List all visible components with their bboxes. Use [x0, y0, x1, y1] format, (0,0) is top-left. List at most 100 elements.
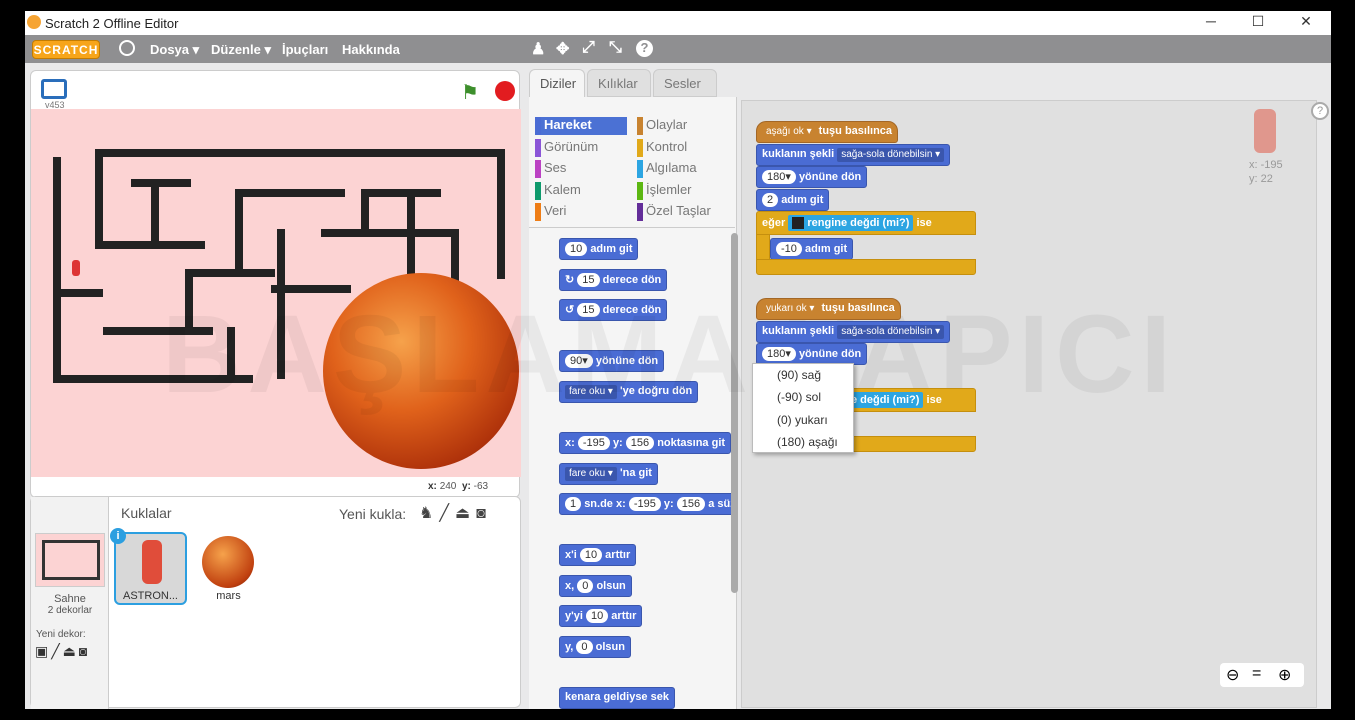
tab-scripts[interactable]: Diziler	[529, 69, 585, 97]
maze-wall	[95, 149, 505, 157]
dropdown-option[interactable]: (-90) sol	[777, 390, 821, 404]
zoom-out-icon[interactable]: ⊖	[1226, 665, 1239, 685]
stop-icon[interactable]	[495, 81, 515, 101]
palette-divider	[529, 227, 735, 228]
block-set-x[interactable]: x, 0 olsun	[559, 575, 632, 597]
maze-wall	[95, 241, 205, 249]
maze-wall	[53, 157, 61, 383]
category-more-blocks[interactable]: Özel Taşlar	[637, 203, 711, 221]
dropdown-option[interactable]: (0) yukarı	[777, 413, 828, 427]
watermark: BAŞLAMA YAPICI	[162, 293, 1178, 416]
menu-about[interactable]: Hakkında	[342, 42, 400, 57]
category-sensing[interactable]: Algılama	[637, 160, 697, 178]
sprite-y: y: 22	[1249, 173, 1273, 185]
dropdown-option[interactable]: (180) aşağı	[777, 435, 838, 449]
stage-backdrop-count: 2 dekorlar	[47, 605, 93, 616]
zoom-in-icon[interactable]: ⊕	[1278, 665, 1291, 685]
maze-wall	[151, 179, 159, 249]
block-go-to[interactable]: fare oku ▾ 'na git	[559, 463, 658, 485]
script1-if-block[interactable]: eğer rengine değdi (mi?) ise	[756, 211, 976, 235]
maze-wall	[95, 149, 103, 249]
script2-key-hat[interactable]: yukarı ok ▾ tuşu basılınca	[756, 298, 901, 320]
current-sprite-icon	[1254, 109, 1276, 153]
maze-wall	[321, 229, 451, 237]
zoom-controls: ⊖ = ⊕	[1220, 663, 1304, 687]
maze-wall	[497, 149, 505, 279]
sprites-header: Kuklalar	[121, 505, 172, 521]
scratch-cat-icon	[27, 15, 41, 29]
maximize-button[interactable]: ☐	[1243, 13, 1273, 30]
help-tool-icon[interactable]: ?	[636, 40, 653, 57]
stage-panel: v453 ⚑ x: 240 y: -63	[30, 70, 521, 498]
tab-costumes[interactable]: Kılıklar	[587, 69, 651, 97]
language-globe-icon[interactable]	[119, 40, 135, 56]
stage-column: Sahne 2 dekorlar Yeni dekor: ▣╱⏏◙	[31, 497, 109, 709]
maze-wall	[131, 179, 191, 187]
script1-move[interactable]: 2 adım git	[756, 189, 830, 211]
shrink-tool-icon[interactable]: ⤡	[609, 39, 622, 57]
sprite-name: ASTRON...	[122, 590, 178, 602]
green-flag-icon[interactable]: ⚑	[461, 80, 479, 105]
block-change-x[interactable]: x'i 10 arttır	[559, 544, 637, 566]
maze-wall	[185, 269, 275, 277]
block-set-y[interactable]: y, 0 olsun	[559, 636, 631, 658]
sprite-thumb-astronaut[interactable]: i ASTRON...	[110, 528, 187, 605]
duplicate-tool-icon[interactable]: ♟	[531, 39, 545, 59]
maze-wall	[53, 289, 103, 297]
block-glide[interactable]: 1 sn.de x: -195 y: 156 a süz	[559, 493, 737, 515]
script1-rotation-style[interactable]: kuklanın şekli sağa-sola dönebilsin ▾	[756, 144, 951, 166]
close-button[interactable]: ✕	[1291, 13, 1321, 30]
grow-tool-icon[interactable]: ⤢	[582, 39, 595, 57]
scratch-logo[interactable]: SCRATCH	[32, 40, 100, 59]
script2-rotation-style[interactable]: kuklanın şekli sağa-sola dönebilsin ▾	[756, 321, 951, 343]
menu-bar: SCRATCH Dosya ▾ Düzenle ▾ İpuçları Hakkı…	[25, 35, 1331, 63]
sprite-name: mars	[216, 590, 241, 602]
maze-wall	[235, 189, 243, 277]
stage-thumbnail[interactable]	[35, 533, 105, 587]
block-turn-right[interactable]: ↻ 15 derece dön	[559, 269, 668, 291]
block-change-y[interactable]: y'yi 10 arttır	[559, 605, 643, 627]
script1-point-direction[interactable]: 180▾ yönüne dön	[756, 166, 868, 188]
block-bounce[interactable]: kenara geldiyse sek	[559, 687, 675, 709]
sprite-x: x: -195	[1249, 159, 1283, 171]
category-data[interactable]: Veri	[535, 203, 566, 221]
mars-icon	[202, 536, 254, 588]
sprite-thumb-mars[interactable]: mars	[192, 532, 265, 605]
new-backdrop-icons[interactable]: ▣╱⏏◙	[35, 643, 90, 660]
category-motion[interactable]: Hareket	[535, 117, 627, 135]
category-looks[interactable]: Görünüm	[535, 139, 598, 157]
astronaut-icon	[142, 540, 162, 584]
category-sound[interactable]: Ses	[535, 160, 566, 178]
astronaut-sprite[interactable]	[72, 260, 80, 276]
presentation-mode-icon[interactable]	[41, 79, 67, 99]
category-pen[interactable]: Kalem	[535, 182, 581, 200]
menu-edit[interactable]: Düzenle ▾	[211, 42, 271, 58]
script2-point-direction[interactable]: 180▾ yönüne dön	[756, 343, 868, 365]
category-control[interactable]: Kontrol	[637, 139, 687, 157]
tab-sounds[interactable]: Sesler	[653, 69, 717, 97]
script1-if-end	[756, 259, 976, 275]
color-swatch[interactable]	[792, 217, 805, 230]
zoom-reset-icon[interactable]: =	[1252, 665, 1261, 683]
block-go-to-xy[interactable]: x: -195 y: 156 noktasına git	[559, 432, 732, 454]
menu-tips[interactable]: İpuçları	[282, 42, 328, 57]
maze-thumb	[42, 540, 100, 580]
info-icon[interactable]: i	[110, 528, 126, 544]
new-sprite-icons[interactable]: ♞╱⏏◙	[419, 503, 492, 523]
window-title: Scratch 2 Offline Editor	[45, 16, 179, 31]
script1-key-hat[interactable]: aşağı ok ▾ tuşu basılınca	[756, 121, 899, 143]
direction-dropdown-menu: (90) sağ (-90) sol (0) yukarı (180) aşağ…	[752, 363, 854, 453]
dropdown-option[interactable]: (90) sağ	[777, 368, 821, 382]
sprite-pane: Sahne 2 dekorlar Yeni dekor: ▣╱⏏◙ Kuklal…	[30, 496, 521, 709]
menu-file[interactable]: Dosya ▾	[150, 42, 199, 58]
category-events[interactable]: Olaylar	[637, 117, 687, 135]
category-operators[interactable]: İşlemler	[637, 182, 692, 200]
maze-wall	[235, 189, 345, 197]
minimize-button[interactable]: ─	[1196, 13, 1226, 29]
mouse-coordinates: x: 240 y: -63	[428, 481, 489, 492]
script1-move-back[interactable]: -10 adım git	[770, 238, 854, 260]
block-move[interactable]: 10 adım git	[559, 238, 639, 260]
delete-tool-icon[interactable]: ✥	[556, 39, 569, 59]
help-icon[interactable]: ?	[1311, 102, 1329, 120]
title-bar: Scratch 2 Offline Editor ─ ☐ ✕	[25, 11, 1331, 35]
